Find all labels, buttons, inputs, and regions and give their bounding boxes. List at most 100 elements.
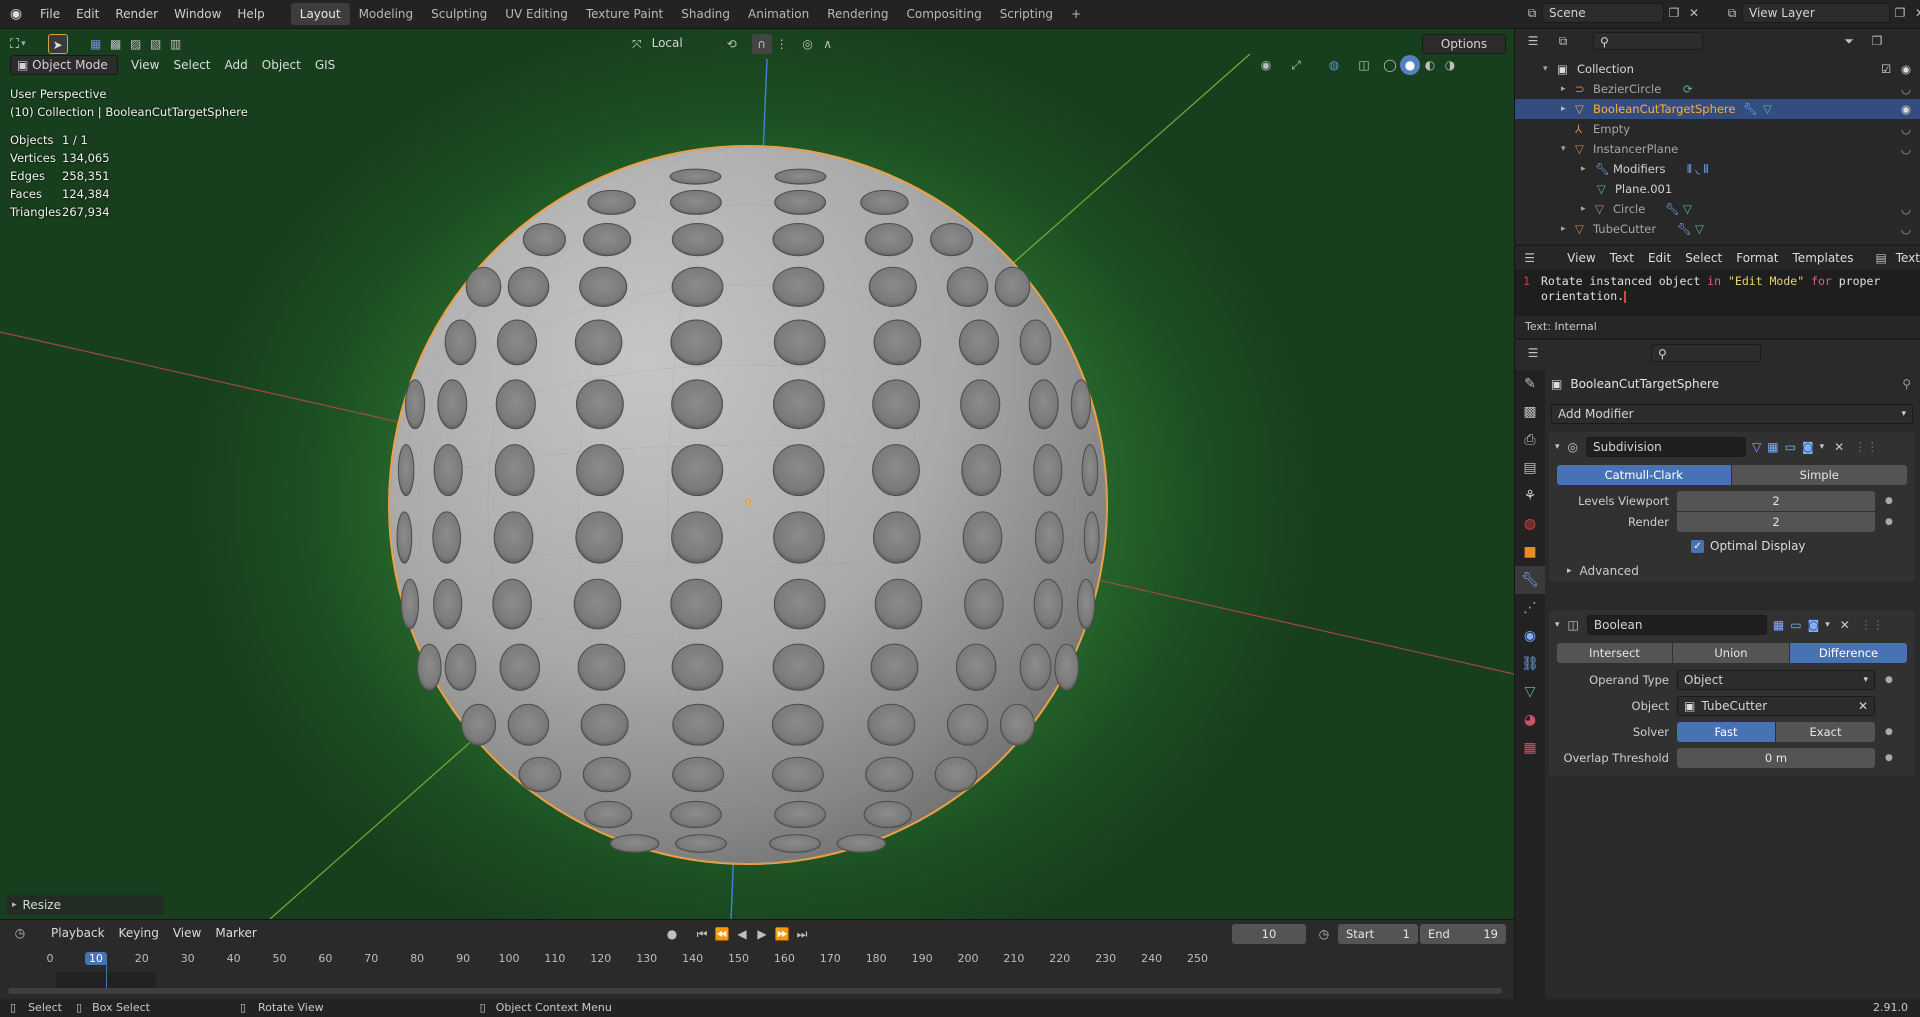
text-menu-view[interactable]: View: [1560, 248, 1602, 268]
output-tab-icon[interactable]: ⎙: [1515, 426, 1545, 454]
last-operator-panel[interactable]: ▸ Resize: [6, 895, 164, 915]
view-layer-field[interactable]: View Layer: [1742, 3, 1890, 23]
viewport-scene[interactable]: [0, 29, 1514, 919]
snap-target-icon[interactable]: ⋮: [772, 34, 792, 54]
delete-view-layer-icon[interactable]: ✕: [1910, 3, 1920, 23]
text-menu-text[interactable]: Text: [1603, 248, 1641, 268]
select-mode-new-icon[interactable]: ▦: [86, 34, 106, 54]
material-shading-icon[interactable]: ◐: [1420, 55, 1440, 75]
text-menu-edit[interactable]: Edit: [1641, 248, 1678, 268]
union-button[interactable]: Union: [1673, 643, 1789, 663]
gizmo-icon[interactable]: ⤢: [1286, 55, 1306, 75]
add-workspace-button[interactable]: +: [1062, 3, 1090, 25]
eye-closed-icon[interactable]: ◡: [1901, 219, 1911, 239]
tool-tab-icon[interactable]: ✎: [1515, 370, 1545, 398]
data-tab-icon[interactable]: ▽: [1515, 678, 1545, 706]
text-editor-icon[interactable]: ☰: [1523, 248, 1536, 268]
next-keyframe-icon[interactable]: ⏩: [772, 924, 792, 944]
eye-closed-icon[interactable]: ◡: [1901, 139, 1911, 159]
object-tab-icon[interactable]: ■: [1515, 538, 1545, 566]
playhead-line[interactable]: [106, 954, 107, 990]
display-mode-icon[interactable]: ⧉: [1553, 31, 1573, 51]
eye-icon[interactable]: ◉: [1901, 99, 1911, 119]
prev-keyframe-icon[interactable]: ⏪: [712, 924, 732, 944]
remove-modifier-icon[interactable]: ✕: [1840, 618, 1850, 632]
overlays-icon[interactable]: ◍: [1324, 55, 1344, 75]
keyframe-dot-icon[interactable]: ●: [1885, 675, 1893, 685]
eye-closed-icon[interactable]: ◡: [1901, 79, 1911, 99]
snap-icon[interactable]: ∩: [751, 34, 772, 54]
scene-name-field[interactable]: Scene: [1542, 3, 1664, 23]
render-levels-field[interactable]: 2: [1677, 512, 1875, 532]
chevron-down-icon[interactable]: ▾: [1825, 620, 1830, 630]
tab-animation[interactable]: Animation: [739, 3, 818, 25]
proportional-editing-icon[interactable]: ◎: [798, 34, 818, 54]
view-layer-tab-icon[interactable]: ▤: [1515, 454, 1545, 482]
scene-icon[interactable]: ⧉: [1522, 3, 1542, 23]
transform-orientation-dropdown[interactable]: Local: [646, 34, 716, 54]
text-menu-select[interactable]: Select: [1678, 248, 1729, 268]
visibility-icon[interactable]: ◉: [1256, 55, 1276, 75]
new-view-layer-icon[interactable]: ❐: [1890, 3, 1910, 23]
outliner-editor-icon[interactable]: ☰: [1523, 31, 1543, 51]
on-cage-icon[interactable]: ▽: [1752, 440, 1761, 454]
timeline-scrollbar[interactable]: [8, 988, 1502, 994]
checkbox-icon[interactable]: ☑: [1881, 59, 1891, 79]
menu-keying[interactable]: Keying: [112, 923, 166, 943]
menu-marker[interactable]: Marker: [208, 923, 263, 943]
menu-window[interactable]: Window: [166, 0, 229, 29]
edit-mode-icon[interactable]: ▦: [1773, 618, 1784, 632]
preview-range-icon[interactable]: ◷: [1314, 924, 1334, 944]
modifier-tab-icon[interactable]: 🔧︎: [1515, 566, 1545, 594]
frame-ruler[interactable]: 0 10 20 30 40 50 60 70 80 90 100 110 120 130 140 150 160…: [0, 950, 1514, 970]
play-reverse-icon[interactable]: ◀: [732, 924, 752, 944]
tab-layout[interactable]: Layout: [290, 3, 350, 25]
physics-tab-icon[interactable]: ◉: [1515, 622, 1545, 650]
jump-end-icon[interactable]: ⏭: [792, 924, 812, 944]
tab-rendering[interactable]: Rendering: [818, 3, 897, 25]
intersect-button[interactable]: Intersect: [1557, 643, 1672, 663]
texture-tab-icon[interactable]: ▦: [1515, 734, 1545, 762]
expand-icon[interactable]: ▸: [1581, 159, 1586, 179]
outliner-row-beziercircle[interactable]: ▸ ⊃ BezierCircle ⟳ ◡: [1515, 79, 1920, 99]
catmull-clark-button[interactable]: Catmull-Clark: [1557, 465, 1731, 485]
new-scene-icon[interactable]: ❐: [1664, 3, 1684, 23]
record-icon[interactable]: ●: [662, 924, 682, 944]
eye-closed-icon[interactable]: ◡: [1901, 199, 1911, 219]
text-menu-format[interactable]: Format: [1729, 248, 1785, 268]
select-mode-invert-icon[interactable]: ▧: [146, 34, 166, 54]
rendered-shading-icon[interactable]: ◑: [1440, 55, 1460, 75]
render-tab-icon[interactable]: ▩: [1515, 398, 1545, 426]
solid-shading-icon[interactable]: ●: [1400, 55, 1420, 75]
end-frame-field[interactable]: End 19: [1420, 924, 1506, 944]
select-mode-subtract-icon[interactable]: ▨: [126, 34, 146, 54]
menu-add[interactable]: Add: [218, 55, 255, 75]
outliner-row-tubecutter[interactable]: ▸ ▽ TubeCutter 🔧︎ ▽ ◡: [1515, 219, 1920, 239]
tab-scripting[interactable]: Scripting: [991, 3, 1062, 25]
view-layer-icon[interactable]: ⧉: [1722, 3, 1742, 23]
keyframe-dot-icon[interactable]: ●: [1885, 517, 1893, 527]
menu-render[interactable]: Render: [107, 0, 166, 29]
tab-sculpting[interactable]: Sculpting: [422, 3, 496, 25]
menu-view[interactable]: View: [124, 55, 166, 75]
delete-scene-icon[interactable]: ✕: [1684, 3, 1704, 23]
select-tool-icon[interactable]: ➤: [47, 34, 68, 54]
collapse-icon[interactable]: ▾: [1555, 620, 1560, 630]
render-icon[interactable]: ◙: [1802, 440, 1814, 454]
outliner-row-modifiers[interactable]: ▸ 🔧︎ Modifiers ⫴ ◟ ⫴: [1515, 159, 1920, 179]
menu-edit[interactable]: Edit: [68, 0, 107, 29]
operand-type-dropdown[interactable]: Object ▾: [1677, 670, 1875, 690]
tab-modeling[interactable]: Modeling: [350, 3, 423, 25]
new-collection-icon[interactable]: ❐: [1867, 31, 1887, 51]
xray-icon[interactable]: ◫: [1354, 55, 1374, 75]
difference-button[interactable]: Difference: [1790, 643, 1907, 663]
overlap-threshold-field[interactable]: 0 m: [1677, 748, 1875, 768]
eye-icon[interactable]: ◉: [1901, 59, 1911, 79]
collapse-icon[interactable]: ▾: [1555, 442, 1560, 452]
expand-icon[interactable]: ▸: [1581, 199, 1586, 219]
properties-search-input[interactable]: ⚲: [1651, 344, 1761, 362]
drag-handle-icon[interactable]: ⋮⋮: [1860, 618, 1884, 632]
menu-timeline-view[interactable]: View: [166, 923, 208, 943]
menu-file[interactable]: File: [32, 0, 68, 29]
current-frame-field[interactable]: 10: [1232, 924, 1306, 944]
